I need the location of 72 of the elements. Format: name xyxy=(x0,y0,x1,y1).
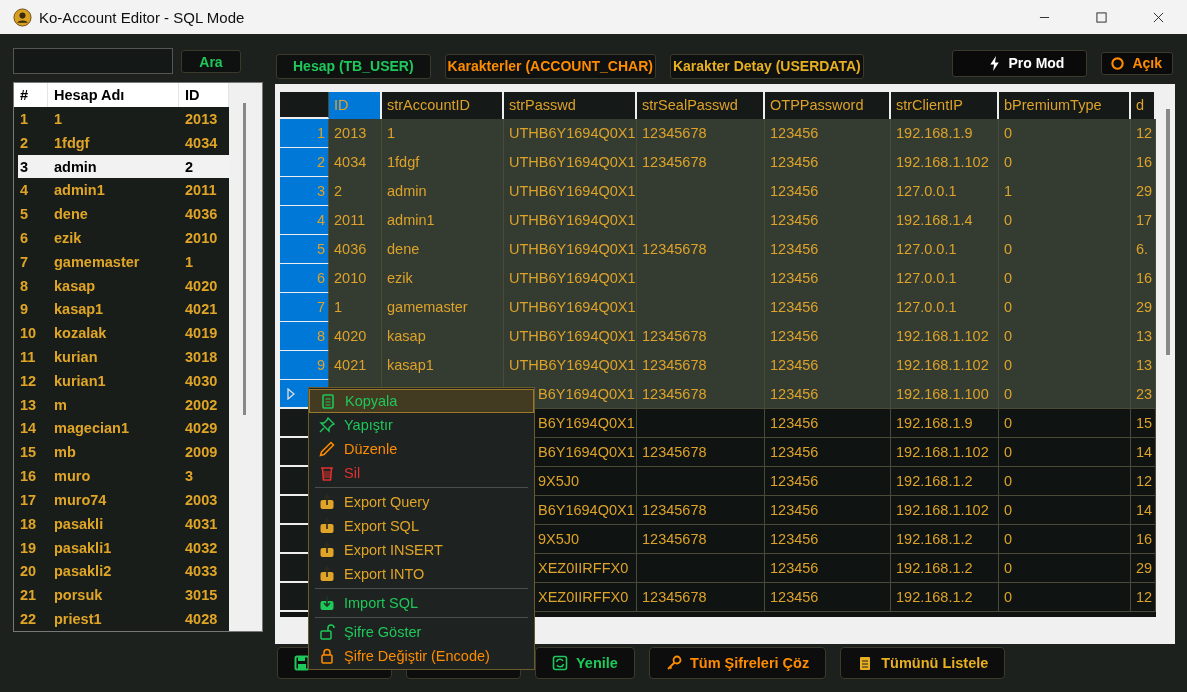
list-cell-text: 4032 xyxy=(184,539,219,556)
list-cell-text: kurian1 xyxy=(53,372,107,389)
list-cell-text: 2009 xyxy=(184,444,219,461)
list-cell-text: 19 xyxy=(19,539,38,556)
list-cell-text: 3018 xyxy=(184,349,219,366)
list-cell-text: 6 xyxy=(19,229,30,246)
list-cell-text: 22 xyxy=(19,610,38,627)
list-cell-text: priest1 xyxy=(53,610,103,627)
list-cell-text: 15 xyxy=(19,444,38,461)
list-cell-text: 1 xyxy=(184,253,195,270)
table-cell: 0 xyxy=(999,583,1131,612)
list-cell-text: muro xyxy=(53,468,92,485)
list-cell-text: 2010 xyxy=(184,229,219,246)
list-cell-text: 11 xyxy=(19,349,37,366)
list-cell-text: 8 xyxy=(19,277,30,294)
list-cell-text: dene xyxy=(53,206,89,223)
list-cell-text: 9 xyxy=(19,301,30,318)
window-title: Ko-Account Editor - SQL Mode xyxy=(39,8,245,26)
list-cell-text: 1fdgf xyxy=(53,134,91,151)
list-cell-text: 4021 xyxy=(184,301,219,318)
list-cell-text: 4020 xyxy=(184,277,219,294)
list-cell-text: 1 xyxy=(53,110,64,127)
list-cell-text: 4033 xyxy=(184,563,219,580)
list-cell-text: 4031 xyxy=(184,515,219,532)
list-cell-text: 1 xyxy=(19,110,30,127)
list-cell-text: 4030 xyxy=(184,372,219,389)
list-cell-text: ezik xyxy=(53,229,83,246)
list-cell-text: 2 xyxy=(19,134,30,151)
list-cell-text: m xyxy=(53,396,68,413)
list-cell-text: 2 xyxy=(184,158,195,175)
list-cell-text: pasakli1 xyxy=(53,539,113,556)
list-cell-text: 4028 xyxy=(184,610,219,627)
list-cell-text: kasap xyxy=(53,277,97,294)
list-cell-text: 17 xyxy=(19,491,38,508)
list-cell-text: muro74 xyxy=(53,491,108,508)
list-cell-text: pasakli2 xyxy=(53,563,113,580)
list-cell-text: 2002 xyxy=(184,396,219,413)
list-cell-text: 14 xyxy=(19,420,38,437)
list-cell-text: admin xyxy=(53,158,98,175)
list-cell-text: mb xyxy=(53,444,77,461)
list-cell-text: kasap1 xyxy=(53,301,105,318)
list-cell-text: 10 xyxy=(19,325,38,342)
list-cell-text: 5 xyxy=(19,206,30,223)
table-cell: 123456 xyxy=(765,583,891,612)
list-cell-text: 3015 xyxy=(184,587,219,604)
list-cell-text: 2013 xyxy=(184,110,219,127)
list-cell-text: porsuk xyxy=(53,587,104,604)
list-cell-text: 20 xyxy=(19,563,38,580)
list-cell-text: kozalak xyxy=(53,325,108,342)
list-cell-text: 7 xyxy=(19,253,30,270)
list-cell-text: 4036 xyxy=(184,206,219,223)
list-cell-text: 3 xyxy=(19,158,30,175)
list-cell-text: 2003 xyxy=(184,491,219,508)
list-cell-text: 2011 xyxy=(184,182,218,199)
list-cell-text: pasakli xyxy=(53,515,105,532)
list-cell-text: 4 xyxy=(19,182,30,199)
list-cell-text: 18 xyxy=(19,515,38,532)
list-cell-text: 12 xyxy=(19,372,38,389)
list-cell-text: 16 xyxy=(19,468,38,485)
list-cell-text: admin1 xyxy=(53,182,106,199)
list-cell-text: kurian xyxy=(53,349,99,366)
list-cell-text: gamemaster xyxy=(53,253,141,270)
list-cell-text: 3 xyxy=(184,468,195,485)
list-cell-text: 21 xyxy=(19,587,38,604)
list-cell-text: magecian1 xyxy=(53,420,130,437)
table-cell: 192.168.1.2 xyxy=(891,583,999,612)
list-cell-text: 13 xyxy=(19,396,38,413)
table-cell: 12 xyxy=(1131,583,1156,612)
list-cell-text: 4019 xyxy=(184,325,219,342)
list-cell-text: 4034 xyxy=(184,134,219,151)
table-cell: 12345678 xyxy=(637,583,765,612)
list-cell-text: 4029 xyxy=(184,420,219,437)
